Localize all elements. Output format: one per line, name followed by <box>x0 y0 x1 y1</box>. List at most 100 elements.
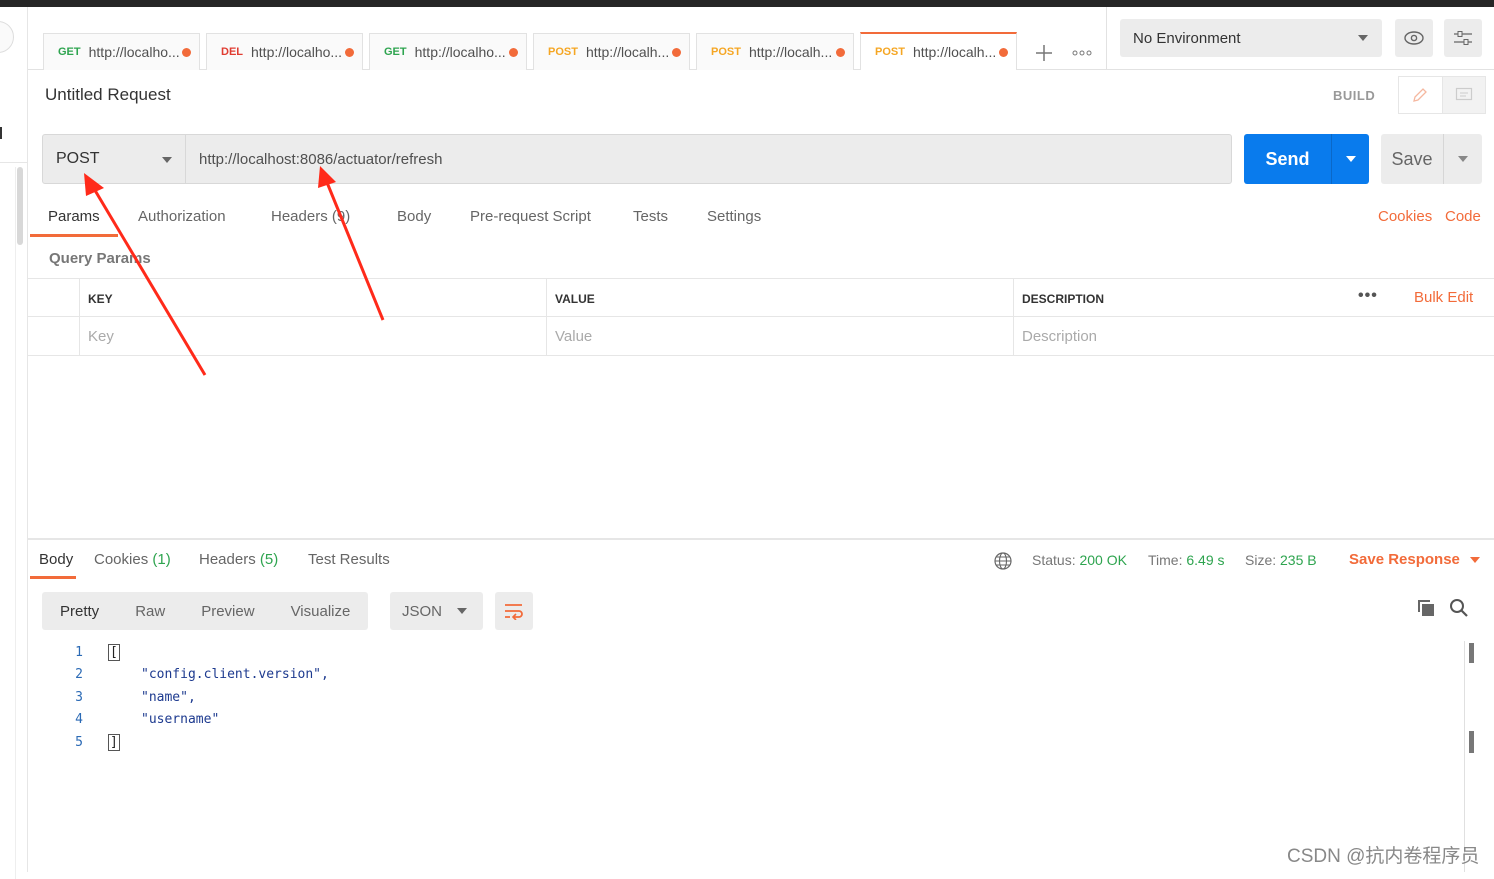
tab-url: http://localh... <box>912 44 997 60</box>
code-text: ] <box>108 733 120 751</box>
request-tab[interactable]: DEL http://localho... <box>206 33 363 70</box>
tab-pre-request-script[interactable]: Pre-request Script <box>470 208 591 225</box>
format-select[interactable]: JSON <box>390 592 483 630</box>
environment-label: No Environment <box>1133 29 1241 47</box>
tab-test-results[interactable]: Test Results <box>308 551 390 568</box>
table-header: KEY VALUE DESCRIPTION ••• Bulk Edit <box>28 278 1494 318</box>
line-number: 4 <box>75 712 83 728</box>
request-tab[interactable]: POST http://localh... <box>696 33 854 70</box>
manage-environments-button[interactable] <box>1444 19 1482 57</box>
chevron-down-icon <box>1345 156 1356 162</box>
tab-tests[interactable]: Tests <box>633 208 668 225</box>
search-icon[interactable] <box>1449 598 1469 622</box>
globe-icon[interactable] <box>994 552 1012 570</box>
url-value: http://localhost:8086/actuator/refresh <box>199 150 443 168</box>
bulk-edit-link[interactable]: Bulk Edit <box>1414 289 1473 306</box>
tab-response-body[interactable]: Body <box>39 551 73 568</box>
response-body-editor[interactable]: 1 [ 2 "config.client.version", 3 "name",… <box>42 641 1462 754</box>
query-params-table: KEY VALUE DESCRIPTION ••• Bulk Edit Key … <box>28 278 1494 356</box>
line-number: 3 <box>75 689 83 705</box>
size-readout[interactable]: Size: 235 B <box>1245 552 1317 568</box>
comments-button[interactable] <box>1442 77 1485 113</box>
left-sidebar-edge <box>0 7 28 879</box>
code-token: "config.client.version", <box>141 667 329 683</box>
tab-headers[interactable]: Headers (9) <box>271 208 350 225</box>
request-tab[interactable]: POST http://localh... <box>533 33 690 70</box>
status-label: Status: <box>1032 552 1076 568</box>
view-visualize-button[interactable]: Visualize <box>273 592 369 630</box>
code-line: 5 ] <box>42 731 1462 754</box>
tab-method: POST <box>875 46 905 58</box>
code-line: 3 "name", <box>42 686 1462 709</box>
mode-buttons <box>1398 76 1486 114</box>
code-line: 4 "username" <box>42 709 1462 732</box>
description-input[interactable]: Description <box>1013 317 1494 356</box>
request-title[interactable]: Untitled Request <box>45 85 171 105</box>
view-preview-button[interactable]: Preview <box>183 592 272 630</box>
unsaved-dot-icon <box>836 48 845 57</box>
tab-options-button[interactable] <box>1065 37 1099 69</box>
tab-method: GET <box>58 46 81 58</box>
tab-authorization[interactable]: Authorization <box>138 208 226 225</box>
tab-settings[interactable]: Settings <box>707 208 761 225</box>
save-button[interactable]: Save <box>1381 134 1482 184</box>
time-readout[interactable]: Time: 6.49 s <box>1148 552 1225 568</box>
code-text: "username" <box>141 712 219 727</box>
tab-label: Headers <box>199 551 256 568</box>
unsaved-dot-icon <box>509 48 518 57</box>
editor-scrollbar[interactable] <box>1464 641 1474 872</box>
unsaved-dot-icon <box>345 48 354 57</box>
send-options-button[interactable] <box>1332 156 1369 162</box>
view-mode-bar: Pretty Raw Preview Visualize <box>42 592 369 630</box>
code-line: 2 "config.client.version", <box>42 664 1462 687</box>
view-raw-button[interactable]: Raw <box>117 592 183 630</box>
status-value: 200 OK <box>1079 552 1127 568</box>
url-input[interactable]: http://localhost:8086/actuator/refresh <box>185 134 1232 184</box>
tab-response-headers[interactable]: Headers (5) <box>199 551 278 568</box>
value-input[interactable]: Value <box>546 317 1013 356</box>
request-tab[interactable]: GET http://localho... <box>369 33 527 70</box>
format-label: JSON <box>402 602 443 620</box>
code-text: "config.client.version", <box>141 667 329 682</box>
tab-url: http://localho... <box>414 44 506 60</box>
active-tab-indicator <box>30 234 118 237</box>
line-number: 5 <box>75 734 83 750</box>
save-response-button[interactable]: Save Response <box>1349 551 1480 568</box>
method-select[interactable]: POST <box>42 134 186 184</box>
code-link[interactable]: Code <box>1445 208 1481 225</box>
wrap-lines-button[interactable] <box>495 592 533 630</box>
new-tab-button[interactable] <box>1027 37 1061 69</box>
column-options-button[interactable]: ••• <box>1358 287 1378 305</box>
tab-params[interactable]: Params <box>48 208 100 225</box>
tab-body[interactable]: Body <box>397 208 431 225</box>
request-tab[interactable]: GET http://localho... <box>43 33 200 70</box>
code-line: 1 [ <box>42 641 1462 664</box>
chevron-down-icon <box>457 608 467 614</box>
size-value: 235 B <box>1280 552 1317 568</box>
tab-label: Cookies <box>94 551 149 568</box>
code-token: "name", <box>141 689 196 705</box>
edit-button[interactable] <box>1399 77 1443 113</box>
save-options-button[interactable] <box>1444 156 1482 162</box>
view-pretty-button[interactable]: Pretty <box>42 592 117 630</box>
code-token: [ <box>108 643 120 661</box>
tab-url: http://localh... <box>748 44 833 60</box>
tab-method: POST <box>711 46 741 58</box>
send-button[interactable]: Send <box>1244 134 1369 184</box>
wrap-icon <box>505 604 523 620</box>
sidebar-toggle-button[interactable] <box>0 21 14 53</box>
build-mode-label[interactable]: BUILD <box>1333 88 1375 103</box>
status-readout[interactable]: Status: 200 OK <box>1032 552 1127 568</box>
key-input[interactable]: Key <box>79 317 546 356</box>
chevron-down-icon <box>1358 35 1368 41</box>
tab-response-cookies[interactable]: Cookies (1) <box>94 551 171 568</box>
sidebar-scrollbar[interactable] <box>17 167 23 245</box>
environment-quick-look-button[interactable] <box>1395 19 1433 57</box>
send-label: Send <box>1265 148 1310 169</box>
request-tab-active[interactable]: POST http://localh... <box>860 32 1017 70</box>
tab-method: POST <box>548 46 578 58</box>
cookies-link[interactable]: Cookies <box>1378 208 1432 225</box>
copy-icon[interactable] <box>1416 598 1436 622</box>
environment-select[interactable]: No Environment <box>1120 19 1382 57</box>
count-badge: (5) <box>259 551 279 568</box>
